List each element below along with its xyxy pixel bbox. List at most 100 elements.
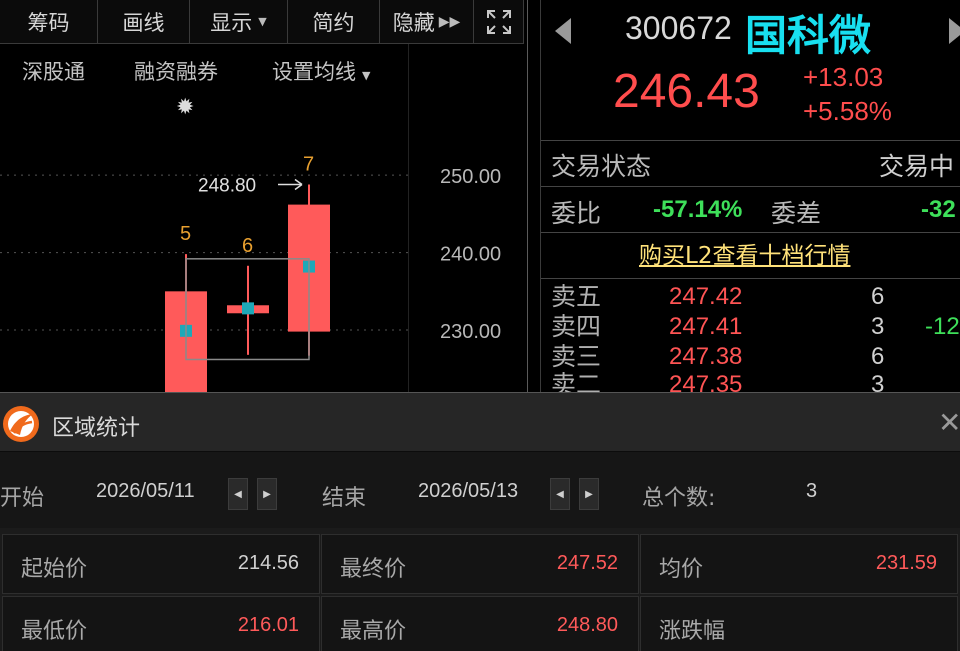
chart-toolbar: 筹码 画线 显示 ▼ 简约 隐藏 ▶▶ — [0, 0, 524, 44]
end-next-button[interactable]: ▶ — [579, 478, 599, 510]
ask-change: -12 — [925, 313, 960, 340]
chart-subbar: 深股通 融资融券 设置均线 ▼ — [0, 50, 408, 90]
stat-value: 247.52 — [556, 552, 618, 574]
ask-volume: 3 — [871, 313, 885, 340]
ask-price: 247.41 — [669, 313, 743, 340]
ask-row: 卖二 247.35 3 — [541, 371, 960, 392]
ask-label: 卖四 — [551, 312, 602, 341]
stat-label: 均价 — [659, 557, 704, 582]
range-stats-dialog: 区域统计 ✕ 开始 2026/05/11 ◀ ▶ 结束 2026/05/13 ◀… — [0, 392, 960, 651]
end-prev-button[interactable]: ◀ — [550, 478, 570, 510]
high-price-label: 248.80 — [198, 175, 256, 196]
toolbar-display-label: 显示 — [210, 10, 253, 35]
ask-price: 247.35 — [669, 371, 743, 392]
stat-low-price: 最低价 216.01 — [2, 596, 320, 651]
price-change: +13.03 — [803, 62, 884, 92]
ask-label: 卖五 — [551, 282, 602, 311]
toolbar-simple-button[interactable]: 简约 — [288, 0, 380, 44]
last-price: 246.43 — [613, 65, 760, 118]
start-label: 开始 — [0, 486, 45, 511]
stat-start-price: 起始价 214.56 — [2, 534, 320, 594]
kline-chart-pane: 筹码 画线 显示 ▼ 简约 隐藏 ▶▶ 深股通 融资融券 设置均线 ▼ 250.00 2… — [0, 0, 528, 392]
order-ratio-row: 委比 -57.14% 委差 -32 — [541, 186, 960, 232]
app-logo-icon — [3, 406, 39, 442]
candle-layer — [165, 184, 330, 392]
toolbar-hide-label: 隐藏 — [392, 10, 435, 35]
count-label: 总个数: — [642, 486, 716, 511]
dialog-titlebar[interactable]: 区域统计 ✕ — [0, 392, 960, 452]
set-ma-button[interactable]: 设置均线 ▼ — [272, 56, 370, 86]
buy-l2-link[interactable]: 购买L2查看十档行情 — [639, 236, 850, 270]
end-date-field[interactable]: 2026/05/13 — [418, 480, 518, 503]
trade-state-value: 交易中 — [879, 152, 955, 181]
stat-label: 最终价 — [340, 557, 407, 582]
toolbar-chips-label: 筹码 — [27, 10, 70, 35]
chevron-down-icon: ▼ — [258, 15, 267, 28]
stat-label: 最低价 — [21, 619, 88, 644]
end-label: 结束 — [322, 486, 367, 511]
stat-value: 231.59 — [875, 552, 937, 574]
start-next-button[interactable]: ▶ — [257, 478, 277, 510]
set-ma-label: 设置均线 — [272, 60, 356, 84]
chevron-down-icon: ▼ — [362, 69, 371, 82]
toolbar-draw-label: 画线 — [122, 10, 165, 35]
fast-forward-icon: ▶▶ — [438, 13, 461, 30]
caret-right-icon: ▶ — [585, 488, 593, 500]
fullscreen-button[interactable] — [474, 0, 524, 44]
price-change-pct: +5.58% — [803, 96, 892, 126]
sz-connect-link[interactable]: 深股通 — [22, 56, 85, 86]
ask-row: 卖三 247.38 6 — [541, 343, 960, 373]
close-icon[interactable]: ✕ — [938, 409, 960, 437]
ask-volume: 6 — [871, 283, 885, 310]
y-tick-label: 230.00 — [440, 321, 501, 343]
weibi-label: 委比 — [551, 199, 602, 228]
y-tick-label: 240.00 — [440, 244, 501, 266]
date-range-row: 开始 2026/05/11 ◀ ▶ 结束 2026/05/13 ◀ ▶ 总个数:… — [0, 452, 960, 528]
stat-avg-price: 均价 231.59 — [640, 534, 958, 594]
toolbar-chips-button[interactable]: 筹码 — [0, 0, 98, 44]
stat-value: 248.80 — [556, 614, 618, 636]
toolbar-draw-button[interactable]: 画线 — [98, 0, 190, 44]
caret-left-icon: ◀ — [556, 488, 564, 500]
quote-panel: 300672 国科微 246.43 +13.03 +5.58% 交易状态 交易中… — [540, 0, 960, 392]
toolbar-hide-button[interactable]: 隐藏 ▶▶ — [380, 0, 474, 44]
weicha-value: -32 — [921, 196, 956, 223]
candle-index-label: 7 — [303, 153, 314, 175]
stock-code: 300672 — [625, 10, 732, 46]
pane-divider — [527, 0, 528, 392]
ask-label: 卖三 — [551, 342, 602, 371]
weibi-value: -57.14% — [653, 196, 743, 223]
start-date-field[interactable]: 2026/05/11 — [96, 480, 195, 503]
stat-label: 最高价 — [340, 619, 407, 644]
stat-label: 涨跌幅 — [659, 619, 726, 644]
ask-price: 247.38 — [669, 343, 743, 370]
fullscreen-icon — [486, 9, 511, 34]
dialog-title: 区域统计 — [52, 416, 141, 441]
trade-state-label: 交易状态 — [551, 152, 652, 181]
event-star-icon: ✹ — [176, 95, 194, 120]
prev-stock-icon[interactable] — [555, 18, 571, 44]
ask-row: 卖五 247.42 6 — [541, 283, 960, 313]
count-value: 3 — [806, 480, 818, 502]
stat-high-price: 最高价 248.80 — [321, 596, 639, 651]
toolbar-display-button[interactable]: 显示 ▼ — [190, 0, 288, 44]
ask-volume: 6 — [871, 343, 885, 370]
candle-index-label: 5 — [180, 223, 191, 245]
candle-index-label: 6 — [242, 235, 253, 257]
start-prev-button[interactable]: ◀ — [228, 478, 248, 510]
caret-right-icon: ▶ — [263, 488, 271, 500]
stat-change-pct: 涨跌幅 — [640, 596, 958, 651]
next-stock-icon[interactable] — [949, 18, 960, 44]
stat-value: 214.56 — [237, 552, 299, 574]
stock-name: 国科微 — [745, 11, 872, 60]
trade-state-row: 交易状态 交易中 — [541, 140, 960, 186]
y-tick-label: 250.00 — [440, 166, 501, 188]
margin-trading-link[interactable]: 融资融券 — [134, 56, 218, 86]
kline-chart[interactable]: 250.00 240.00 230.00 5 6 7 248.80 ✹ — [0, 90, 527, 392]
ask-label: 卖二 — [551, 371, 602, 392]
stat-label: 起始价 — [21, 557, 88, 582]
caret-left-icon: ◀ — [234, 488, 242, 500]
ask-row: 卖四 247.41 3 -12 — [541, 313, 960, 343]
ask-volume: 3 — [871, 371, 885, 392]
stat-end-price: 最终价 247.52 — [321, 534, 639, 594]
